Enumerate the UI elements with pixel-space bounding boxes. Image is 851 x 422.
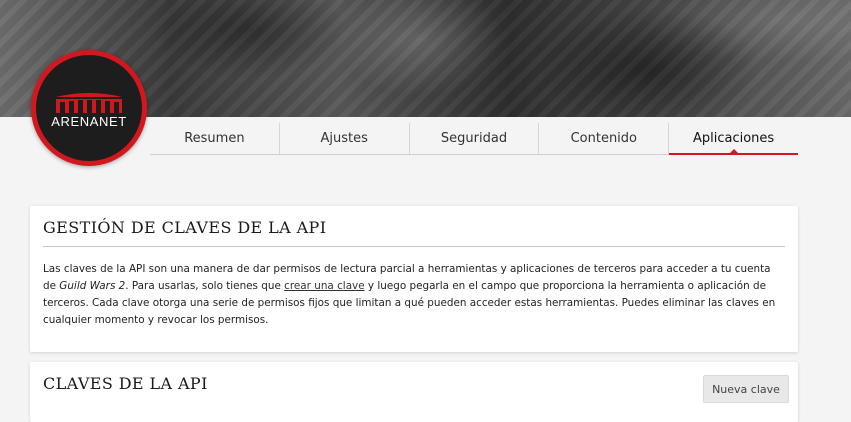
arenanet-logo[interactable]: ARENANET (31, 50, 147, 166)
description-text: . Para usarlas, solo tienes que (125, 280, 285, 292)
api-management-card: GESTIÓN DE CLAVES DE LA API Las claves d… (30, 206, 798, 352)
api-description: Las claves de la API son una manera de d… (43, 261, 782, 329)
tab-label: Resumen (184, 131, 245, 146)
api-keys-title: CLAVES DE LA API (43, 374, 208, 393)
tab-seguridad[interactable]: Seguridad (410, 123, 540, 154)
arena-icon (56, 93, 122, 113)
tab-contenido[interactable]: Contenido (539, 123, 670, 154)
create-key-link[interactable]: crear una clave (284, 280, 364, 292)
tab-label: Seguridad (440, 131, 508, 146)
account-tabs: Resumen Ajustes Seguridad Contenido Apli… (150, 123, 798, 155)
logo-text: ARENANET (51, 114, 127, 129)
game-name: Guild Wars 2 (59, 280, 126, 292)
tab-label: Aplicaciones (692, 131, 775, 146)
tab-label: Ajustes (320, 131, 368, 146)
tab-label: Contenido (570, 131, 637, 146)
api-keys-card: CLAVES DE LA API Nueva clave (30, 362, 798, 422)
logo-inner-circle: ARENANET (36, 55, 142, 161)
new-key-button[interactable]: Nueva clave (703, 375, 789, 403)
divider (43, 246, 785, 247)
active-tab-caret-icon (729, 149, 738, 153)
api-management-title: GESTIÓN DE CLAVES DE LA API (43, 218, 327, 237)
tab-aplicaciones[interactable]: Aplicaciones (669, 123, 798, 155)
tab-ajustes[interactable]: Ajustes (280, 123, 410, 154)
tab-resumen[interactable]: Resumen (150, 123, 280, 154)
